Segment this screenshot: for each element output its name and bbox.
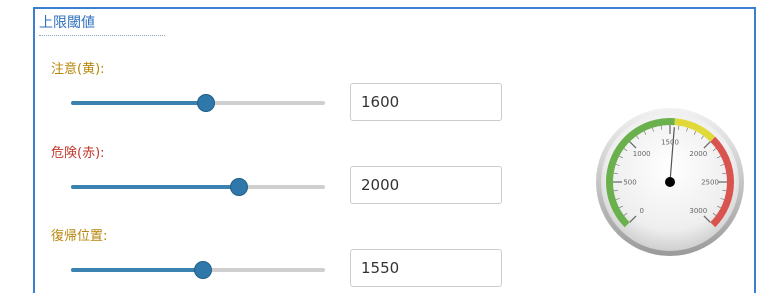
warning-slider[interactable] bbox=[71, 93, 325, 113]
gauge-tick-label: 0 bbox=[639, 207, 643, 215]
recovery-value-input[interactable] bbox=[350, 249, 502, 287]
slider-thumb[interactable] bbox=[229, 178, 248, 196]
gauge-tick-label: 1500 bbox=[661, 139, 679, 147]
danger-value-input[interactable] bbox=[350, 166, 502, 204]
threshold-gauge: 0 500 1000 1500 2000 2500 3000 bbox=[596, 108, 744, 256]
slider-fill bbox=[71, 185, 239, 189]
recovery-slider[interactable] bbox=[71, 260, 325, 280]
gauge-tick-label: 1000 bbox=[633, 150, 651, 158]
slider-thumb[interactable] bbox=[196, 94, 215, 112]
gauge-tick-label: 500 bbox=[623, 179, 636, 187]
section-title: 上限閾値 bbox=[39, 12, 165, 36]
slider-thumb[interactable] bbox=[194, 261, 213, 279]
recovery-label: 復帰位置: bbox=[51, 229, 108, 244]
gauge-needle-hub bbox=[665, 177, 675, 187]
gauge-tick-label: 2000 bbox=[689, 150, 707, 158]
gauge-tick-label: 3000 bbox=[689, 207, 707, 215]
danger-label: 危険(赤): bbox=[51, 146, 105, 161]
slider-fill bbox=[71, 268, 204, 272]
warning-label: 注意(黄): bbox=[51, 62, 105, 77]
danger-slider[interactable] bbox=[71, 177, 325, 197]
gauge-tick-label: 2500 bbox=[701, 179, 719, 187]
slider-fill bbox=[71, 101, 206, 105]
upper-threshold-panel: 上限閾値 注意(黄): 危険(赤): 復帰位置: bbox=[33, 7, 756, 293]
warning-value-input[interactable] bbox=[350, 83, 502, 121]
